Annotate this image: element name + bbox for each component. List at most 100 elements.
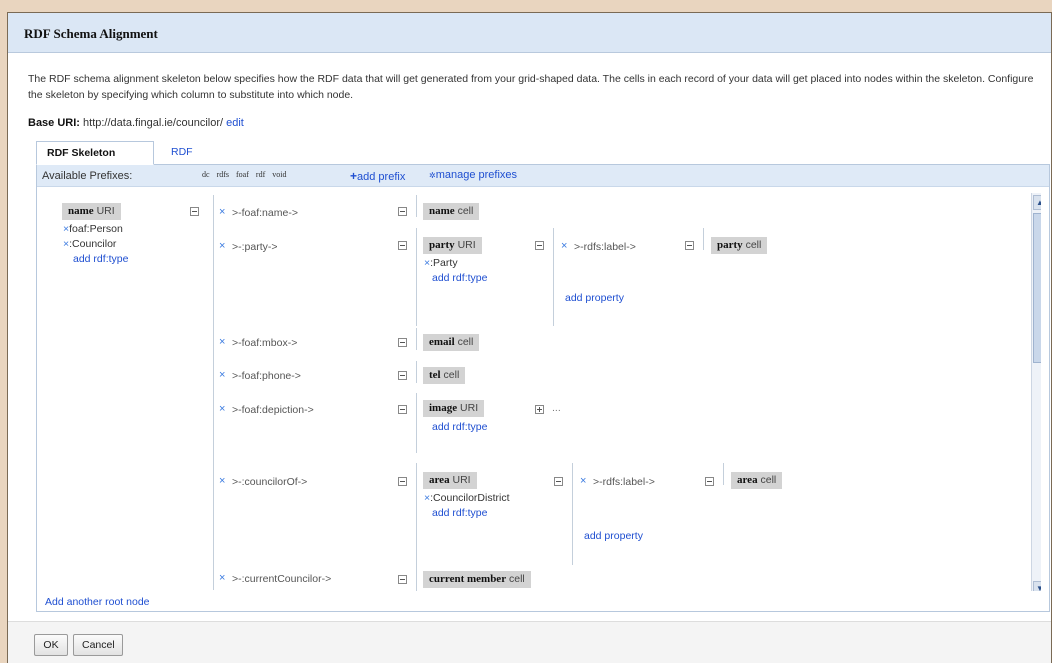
target-node-kind: URI bbox=[452, 474, 471, 486]
node-add-type-link[interactable]: add rdf:type bbox=[432, 272, 487, 284]
target-node-name: current member bbox=[429, 573, 507, 585]
prefix-item[interactable]: foaf bbox=[236, 170, 249, 179]
property-label[interactable]: >-:councilorOf-> bbox=[232, 476, 307, 488]
node-type-label: :Party bbox=[430, 257, 458, 269]
property-collapse-toggle-icon[interactable] bbox=[398, 575, 407, 584]
property-target-node[interactable]: email cell bbox=[423, 334, 480, 351]
rdf-schema-alignment-dialog: RDF Schema Alignment The RDF schema alig… bbox=[7, 12, 1052, 663]
node-add-type-link[interactable]: add rdf:type bbox=[432, 507, 487, 519]
property-label[interactable]: >-foaf:name-> bbox=[232, 207, 298, 219]
property-divider bbox=[416, 565, 417, 591]
root-collapse-toggle-icon[interactable] bbox=[190, 207, 199, 216]
delete-property-icon[interactable]: × bbox=[219, 206, 225, 218]
cancel-button[interactable]: Cancel bbox=[73, 634, 123, 656]
prefix-item[interactable]: dc bbox=[202, 170, 210, 179]
target-node-name: name bbox=[429, 205, 455, 217]
sub-property-label[interactable]: >-rdfs:label-> bbox=[593, 476, 655, 488]
property-label[interactable]: >-:party-> bbox=[232, 241, 278, 253]
gear-icon: ✲ bbox=[429, 171, 436, 180]
property-divider bbox=[416, 328, 417, 350]
property-divider bbox=[416, 393, 417, 453]
collapsed-more-indicator: ... bbox=[552, 402, 561, 414]
sub-property-label[interactable]: >-rdfs:label-> bbox=[574, 241, 636, 253]
delete-property-icon[interactable]: × bbox=[219, 336, 225, 348]
add-prefix-label: add prefix bbox=[357, 171, 406, 183]
base-uri-value: http://data.fingal.ie/councilor/ bbox=[83, 117, 224, 129]
property-label[interactable]: >-:currentCouncilor-> bbox=[232, 573, 331, 585]
ok-button[interactable]: OK bbox=[34, 634, 68, 656]
property-collapse-toggle-icon[interactable] bbox=[398, 405, 407, 414]
root-properties-divider bbox=[213, 195, 214, 590]
prefix-list: dc rdfs foaf rdf void bbox=[202, 170, 293, 179]
sub-target-node[interactable]: party cell bbox=[711, 237, 768, 254]
node-add-type-link[interactable]: add rdf:type bbox=[432, 421, 487, 433]
target-node-kind: cell bbox=[457, 205, 474, 217]
property-target-node[interactable]: party URI bbox=[423, 237, 482, 254]
node-type-item: ×:CouncilorDistrict bbox=[424, 492, 510, 504]
property-collapse-toggle-icon[interactable] bbox=[398, 477, 407, 486]
property-label[interactable]: >-foaf:phone-> bbox=[232, 370, 301, 382]
target-node-kind: URI bbox=[460, 402, 479, 414]
expand-toggle-icon[interactable] bbox=[535, 405, 544, 414]
node-collapse-toggle-icon[interactable] bbox=[554, 477, 563, 486]
vertical-scrollbar[interactable]: ▲ ▼ bbox=[1031, 193, 1041, 591]
scroll-down-icon[interactable]: ▼ bbox=[1033, 581, 1041, 591]
target-node-kind: cell bbox=[509, 573, 525, 585]
property-collapse-toggle-icon[interactable] bbox=[398, 371, 407, 380]
root-type-label: foaf:Person bbox=[69, 223, 123, 235]
manage-prefixes-link[interactable]: ✲manage prefixes bbox=[429, 169, 517, 181]
node-collapse-toggle-icon[interactable] bbox=[535, 241, 544, 250]
sub-property-divider bbox=[723, 463, 724, 485]
property-target-node[interactable]: tel cell bbox=[423, 367, 466, 384]
skeleton-scroll-area[interactable]: name URI ×foaf:Person ×:Councilor add rd… bbox=[41, 193, 1041, 591]
prefix-item[interactable]: void bbox=[272, 170, 286, 179]
sub-target-node[interactable]: area cell bbox=[731, 472, 783, 489]
delete-property-icon[interactable]: × bbox=[219, 369, 225, 381]
root-type-label: :Councilor bbox=[69, 238, 117, 250]
property-target-node[interactable]: area URI bbox=[423, 472, 477, 489]
delete-property-icon[interactable]: × bbox=[580, 475, 586, 487]
tab-rdf-skeleton[interactable]: RDF Skeleton bbox=[36, 141, 154, 165]
sub-property-collapse-toggle-icon[interactable] bbox=[685, 241, 694, 250]
property-collapse-toggle-icon[interactable] bbox=[398, 338, 407, 347]
add-root-node-link[interactable]: Add another root node bbox=[45, 596, 150, 608]
root-node[interactable]: name URI bbox=[62, 203, 121, 220]
dialog-title: RDF Schema Alignment bbox=[24, 26, 158, 41]
delete-property-icon[interactable]: × bbox=[561, 240, 567, 252]
property-target-node[interactable]: image URI bbox=[423, 400, 485, 417]
root-type-item: ×:Councilor bbox=[63, 238, 116, 250]
sub-property-divider bbox=[703, 228, 704, 250]
property-divider bbox=[416, 463, 417, 565]
add-prefix-link[interactable]: +add prefix bbox=[350, 169, 405, 183]
base-uri-edit-link[interactable]: edit bbox=[226, 117, 244, 129]
add-property-link[interactable]: add property bbox=[565, 292, 624, 304]
node-properties-divider bbox=[553, 228, 554, 326]
root-add-type-link[interactable]: add rdf:type bbox=[73, 253, 128, 265]
scroll-up-icon[interactable]: ▲ bbox=[1033, 195, 1041, 210]
prefix-item[interactable]: rdf bbox=[256, 170, 265, 179]
node-type-label: :CouncilorDistrict bbox=[430, 492, 510, 504]
sub-property-collapse-toggle-icon[interactable] bbox=[705, 477, 714, 486]
base-uri-row: Base URI: http://data.fingal.ie/councilo… bbox=[28, 117, 244, 129]
delete-property-icon[interactable]: × bbox=[219, 572, 225, 584]
dialog-header: RDF Schema Alignment bbox=[8, 13, 1051, 53]
target-node-name: image bbox=[429, 402, 458, 414]
property-collapse-toggle-icon[interactable] bbox=[398, 241, 407, 250]
delete-property-icon[interactable]: × bbox=[219, 475, 225, 487]
add-property-link[interactable]: add property bbox=[584, 530, 643, 542]
property-collapse-toggle-icon[interactable] bbox=[398, 207, 407, 216]
target-node-kind: cell bbox=[760, 474, 777, 486]
delete-property-icon[interactable]: × bbox=[219, 240, 225, 252]
tab-rdf-preview[interactable]: RDF Preview bbox=[161, 141, 218, 180]
scrollbar-thumb[interactable] bbox=[1033, 213, 1041, 363]
skeleton-panel: Available Prefixes: dc rdfs foaf rdf void +a… bbox=[36, 164, 1050, 612]
delete-property-icon[interactable]: × bbox=[219, 403, 225, 415]
node-properties-divider bbox=[572, 463, 573, 565]
root-node-name: name bbox=[68, 205, 94, 217]
prefix-item[interactable]: rdfs bbox=[217, 170, 229, 179]
property-label[interactable]: >-foaf:depiction-> bbox=[232, 404, 314, 416]
property-target-node[interactable]: current member cell bbox=[423, 571, 531, 588]
property-target-node[interactable]: name cell bbox=[423, 203, 480, 220]
property-label[interactable]: >-foaf:mbox-> bbox=[232, 337, 297, 349]
target-node-kind: URI bbox=[457, 239, 476, 251]
